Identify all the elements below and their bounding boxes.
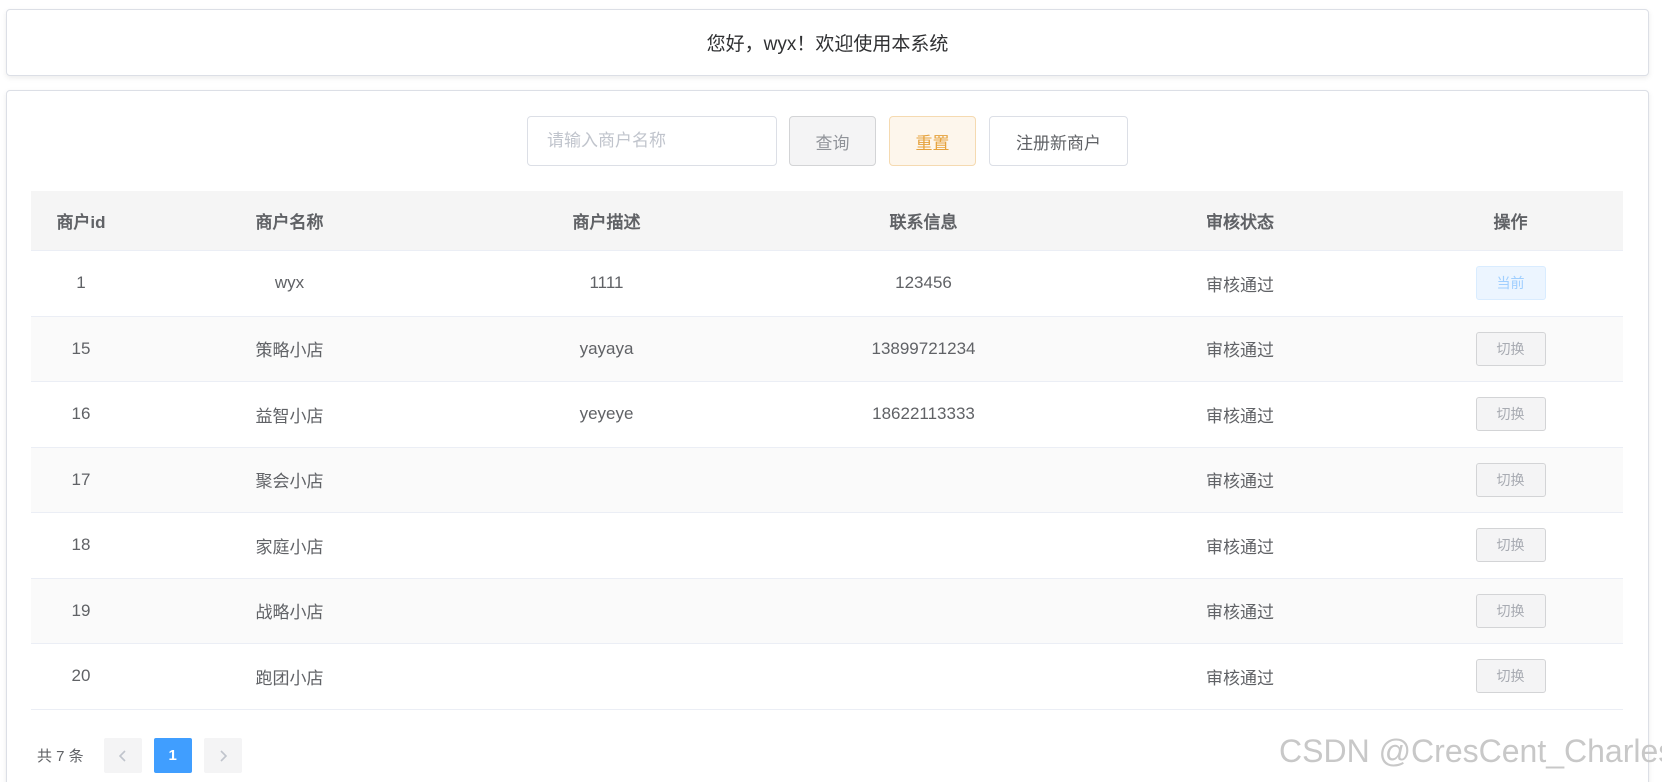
action-cell: 切换 [1398, 579, 1623, 644]
action-cell: 切换 [1398, 448, 1623, 513]
column-header-name: 商户名称 [255, 213, 324, 232]
table-row: 15 策略小店 yayaya 13899721234 审核通过 切换 [31, 316, 1623, 382]
table-row: 17 聚会小店 审核通过 切换 [31, 447, 1623, 513]
table-header: 商户id 商户名称 商户描述 联系信息 审核状态 操作 [31, 191, 1623, 251]
merchant-name-cell: 策略小店 [255, 341, 324, 361]
column-header-id: 商户id [56, 213, 106, 232]
action-cell: 切换 [1398, 317, 1623, 382]
merchant-description-cell: yayaya [579, 338, 634, 358]
merchant-status-cell: 审核通过 [1206, 472, 1274, 492]
merchant-name-search-input[interactable] [527, 116, 777, 166]
merchant-description-cell [448, 579, 765, 644]
column-header-description: 商户描述 [572, 213, 641, 232]
merchant-status-cell: 审核通过 [1206, 406, 1274, 426]
chevron-left-icon [118, 749, 126, 762]
merchant-table: 商户id 商户名称 商户描述 联系信息 审核状态 操作 1 wyx 1111 1… [31, 191, 1623, 710]
column-header-actions: 操作 [1493, 213, 1528, 232]
merchant-contact-cell [765, 579, 1082, 644]
current-merchant-button[interactable]: 当前 [1475, 266, 1546, 301]
merchant-status-cell: 审核通过 [1206, 668, 1274, 688]
csdn-watermark: CSDN @CresCent_Charles [1279, 733, 1662, 769]
switch-merchant-button[interactable]: 切换 [1475, 462, 1546, 497]
register-merchant-button[interactable]: 注册新商户 [989, 116, 1128, 166]
switch-merchant-button[interactable]: 切换 [1475, 659, 1546, 694]
merchant-contact-cell: 13899721234 [871, 338, 976, 358]
merchant-contact-cell: 123456 [895, 273, 952, 293]
merchant-id-cell: 15 [71, 338, 91, 358]
merchant-name-cell: wyx [274, 273, 305, 293]
action-cell: 切换 [1398, 513, 1623, 578]
merchant-status-cell: 审核通过 [1206, 275, 1274, 295]
action-cell: 当前 [1398, 251, 1623, 316]
merchant-status-cell: 审核通过 [1206, 537, 1274, 557]
welcome-banner: 您好，wyx！欢迎使用本系统 [6, 9, 1649, 76]
merchant-name-cell: 跑团小店 [255, 668, 324, 688]
merchant-description-cell: 1111 [589, 273, 624, 293]
merchant-id-cell: 18 [71, 535, 91, 555]
switch-merchant-button[interactable]: 切换 [1475, 331, 1546, 366]
column-header-contact: 联系信息 [889, 213, 958, 232]
table-row: 19 战略小店 审核通过 切换 [31, 578, 1623, 644]
merchant-description-cell [448, 513, 765, 578]
merchant-status-cell: 审核通过 [1206, 603, 1274, 623]
merchant-contact-cell [765, 448, 1082, 513]
column-header-status: 审核状态 [1206, 213, 1274, 232]
merchant-status-cell: 审核通过 [1206, 341, 1274, 361]
merchant-contact-cell [765, 513, 1082, 578]
chevron-right-icon [220, 749, 227, 762]
table-row: 16 益智小店 yeyeye 18622113333 审核通过 切换 [31, 382, 1623, 448]
merchant-name-cell: 战略小店 [255, 603, 324, 623]
page-number-button[interactable]: 1 [153, 738, 192, 773]
merchant-contact-cell [765, 644, 1082, 709]
merchant-id-cell: 19 [71, 600, 91, 620]
switch-merchant-button[interactable]: 切换 [1475, 528, 1546, 563]
pagination: 共 7 条 1 [37, 738, 254, 773]
merchant-description-cell: yeyeye [579, 404, 634, 424]
merchant-contact-cell: 18622113333 [872, 404, 975, 424]
total-count: 共 7 条 [37, 748, 84, 765]
merchant-id-cell: 1 [76, 273, 86, 293]
query-button[interactable]: 查询 [789, 116, 876, 166]
table-row: 20 跑团小店 审核通过 切换 [31, 644, 1623, 710]
merchant-name-cell: 益智小店 [255, 406, 324, 426]
action-cell: 切换 [1398, 382, 1623, 447]
next-page-button[interactable] [203, 738, 242, 773]
merchant-description-cell [448, 448, 765, 513]
table-row: 1 wyx 1111 123456 审核通过 当前 [31, 251, 1623, 317]
switch-merchant-button[interactable]: 切换 [1475, 397, 1546, 432]
merchant-name-cell: 聚会小店 [255, 472, 324, 492]
reset-button[interactable]: 重置 [889, 116, 976, 166]
merchant-id-cell: 20 [71, 666, 91, 686]
switch-merchant-button[interactable]: 切换 [1475, 593, 1546, 628]
merchant-panel: 查询 重置 注册新商户 商户id 商户名称 商户描述 联系信息 审核状态 操作 … [6, 90, 1649, 782]
table-row: 18 家庭小店 审核通过 切换 [31, 513, 1623, 579]
welcome-text: 您好，wyx！欢迎使用本系统 [706, 34, 949, 55]
merchant-description-cell [448, 644, 765, 709]
merchant-name-cell: 家庭小店 [255, 537, 324, 557]
prev-page-button[interactable] [103, 738, 142, 773]
merchant-id-cell: 16 [71, 404, 91, 424]
merchant-id-cell: 17 [71, 469, 91, 489]
action-cell: 切换 [1398, 644, 1623, 709]
